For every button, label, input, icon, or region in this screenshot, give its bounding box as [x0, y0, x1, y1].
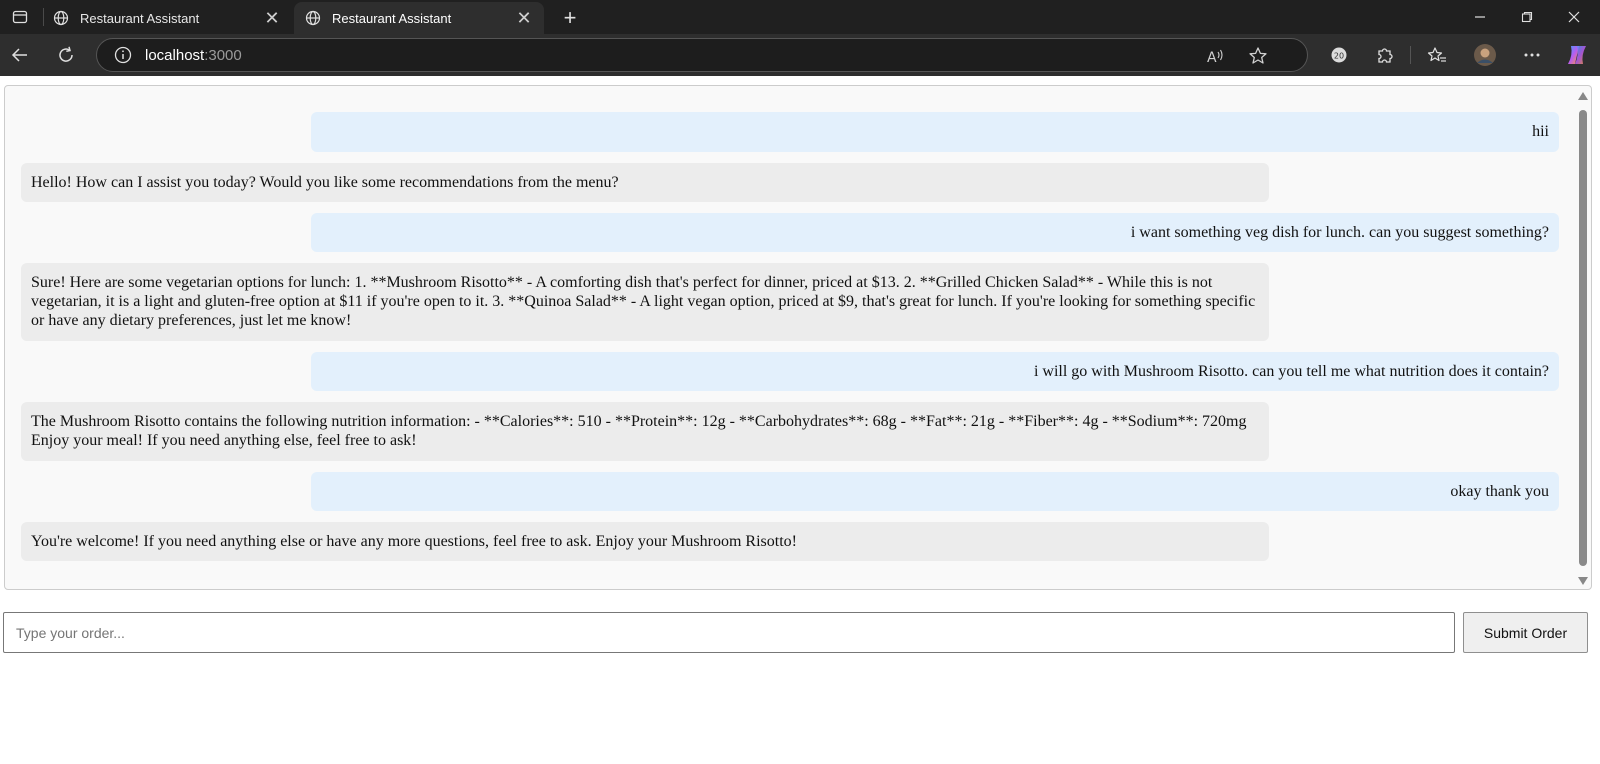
globe-icon	[52, 9, 70, 27]
close-icon[interactable]: ✕	[262, 8, 282, 28]
tab-title: Restaurant Assistant	[332, 10, 452, 26]
back-arrow-icon[interactable]	[4, 39, 36, 71]
close-icon[interactable]: ✕	[514, 8, 534, 28]
url-host: localhost	[145, 46, 205, 64]
bot-message: Sure! Here are some vegetarian options f…	[21, 263, 1269, 341]
page-content: hii Hello! How can I assist you today? W…	[0, 76, 1600, 764]
more-icon[interactable]	[1519, 42, 1545, 68]
chat-scrollbar[interactable]	[1575, 86, 1591, 589]
favorites-icon[interactable]	[1424, 42, 1450, 68]
user-message: hii	[311, 112, 1559, 152]
tab-actions-icon[interactable]	[0, 0, 40, 34]
scroll-down-arrow-icon[interactable]	[1578, 577, 1588, 585]
submit-order-button[interactable]: Submit Order	[1463, 612, 1588, 653]
address-bar[interactable]: localhost:3000 A	[96, 38, 1308, 72]
toolbar-separator	[1410, 46, 1411, 64]
tab-bar: Restaurant Assistant ✕ Restaurant Assist…	[0, 0, 1600, 34]
window-close-icon[interactable]	[1551, 0, 1597, 34]
user-message: i want something veg dish for lunch. can…	[311, 213, 1559, 252]
tab-restaurant-assistant-1[interactable]: Restaurant Assistant ✕	[42, 2, 292, 34]
tab-restaurant-assistant-2[interactable]: Restaurant Assistant ✕	[294, 2, 544, 34]
scroll-up-arrow-icon[interactable]	[1578, 92, 1588, 100]
user-message: okay thank you	[311, 472, 1559, 511]
scrollbar-thumb[interactable]	[1579, 110, 1587, 566]
avatar-icon[interactable]	[1472, 42, 1498, 68]
info-icon[interactable]	[113, 45, 133, 65]
bot-message: Hello! How can I assist you today? Would…	[21, 163, 1269, 202]
read-aloud-icon[interactable]: A	[1205, 45, 1227, 67]
order-input[interactable]	[3, 612, 1455, 653]
address-url: localhost:3000	[145, 47, 242, 64]
star-icon[interactable]	[1247, 45, 1269, 67]
svg-text:A: A	[1207, 50, 1217, 65]
bot-message: The Mushroom Risotto contains the follow…	[21, 402, 1269, 461]
globe-icon	[304, 9, 322, 27]
reload-icon[interactable]	[50, 39, 82, 71]
url-port: :3000	[204, 46, 242, 64]
navigation-bar: localhost:3000 A 20	[0, 34, 1600, 76]
copilot-icon[interactable]	[1564, 42, 1590, 68]
chat-container[interactable]: hii Hello! How can I assist you today? W…	[4, 85, 1592, 590]
svg-text:20: 20	[1334, 52, 1344, 61]
browser-chrome: Restaurant Assistant ✕ Restaurant Assist…	[0, 0, 1600, 76]
restore-icon[interactable]	[1504, 0, 1550, 34]
user-message: i will go with Mushroom Risotto. can you…	[311, 352, 1559, 391]
plus-icon[interactable]: +	[556, 4, 584, 32]
tab-title: Restaurant Assistant	[80, 10, 200, 26]
minimize-icon[interactable]	[1457, 0, 1503, 34]
extension-badge-icon[interactable]: 20	[1326, 42, 1352, 68]
puzzle-icon[interactable]	[1372, 42, 1398, 68]
bot-message: You're welcome! If you need anything els…	[21, 522, 1269, 561]
